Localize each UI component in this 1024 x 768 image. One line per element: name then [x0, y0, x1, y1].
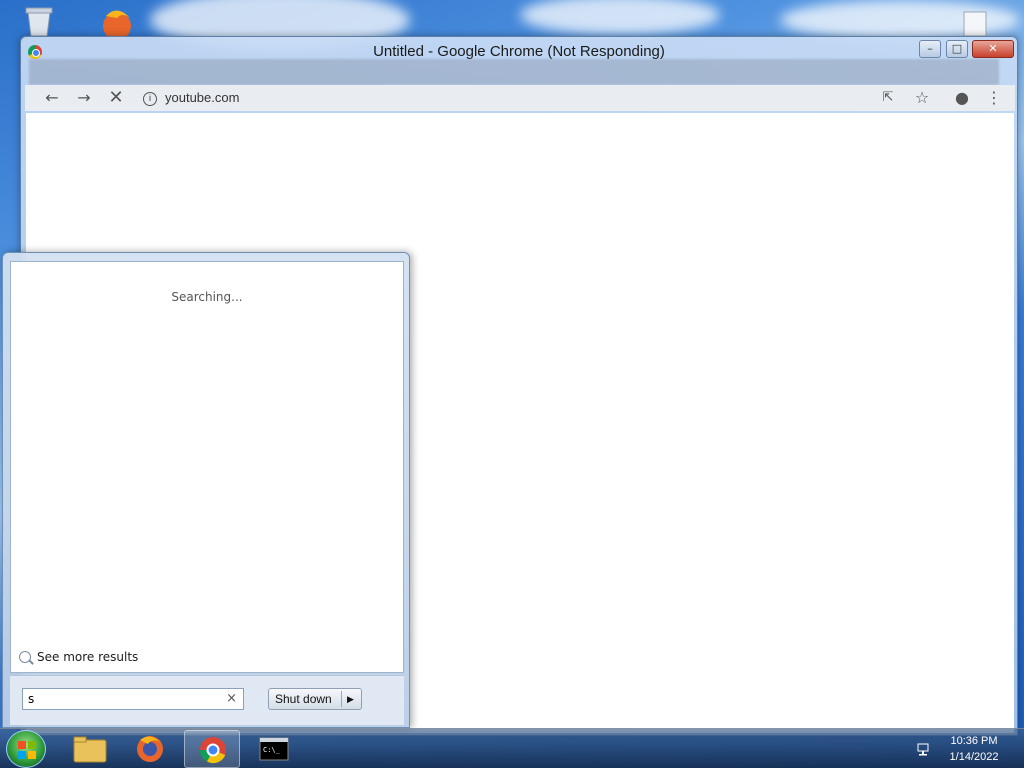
recycle-bin-icon[interactable] — [22, 6, 56, 37]
clock-date: 1/14/2022 — [949, 751, 999, 763]
clear-search-icon[interactable]: × — [226, 689, 237, 709]
tab-strip[interactable] — [29, 59, 999, 85]
searching-status: Searching... — [171, 290, 243, 304]
bookmark-star-icon[interactable]: ☆ — [911, 87, 933, 109]
firefox-desktop-icon[interactable] — [96, 6, 138, 40]
site-info-icon[interactable]: i — [143, 91, 157, 106]
browser-toolbar: ← → ✕ i youtube.com ⇱ ☆ ● ⋮ — [25, 85, 1015, 111]
start-search-input[interactable]: s × — [22, 688, 244, 710]
windows-logo-icon — [18, 741, 36, 759]
taskbar-firefox[interactable] — [122, 730, 178, 768]
taskbar: C:\_ 10:36 PM 1/14/2022 — [0, 728, 1024, 768]
back-icon[interactable]: ← — [41, 87, 63, 109]
see-more-results-label: See more results — [37, 650, 139, 664]
shutdown-options-arrow-icon[interactable]: ▶ — [347, 689, 354, 709]
start-button[interactable] — [6, 730, 46, 768]
minimize-button[interactable]: – — [919, 40, 941, 58]
search-results-pane: Searching... See more results — [10, 261, 404, 673]
desktop-wallpaper-cloud — [520, 0, 720, 35]
svg-text:C:\_: C:\_ — [263, 746, 281, 754]
system-clock[interactable]: 10:36 PM 1/14/2022 — [944, 733, 1004, 765]
folder-icon — [73, 736, 107, 763]
profile-icon[interactable]: ● — [951, 87, 973, 109]
clock-time: 10:36 PM — [950, 735, 998, 747]
taskbar-chrome[interactable] — [184, 730, 240, 768]
taskbar-cmd[interactable]: C:\_ — [246, 730, 302, 768]
command-prompt-icon: C:\_ — [259, 737, 289, 761]
search-icon — [19, 651, 31, 663]
address-bar[interactable]: i youtube.com — [143, 87, 443, 109]
forward-icon[interactable]: → — [73, 87, 95, 109]
start-menu-footer: s × Shut down ▶ — [10, 675, 404, 725]
shutdown-label: Shut down — [275, 692, 332, 706]
start-search-value: s — [28, 692, 35, 706]
taskbar-explorer[interactable] — [62, 730, 118, 768]
see-more-results-link[interactable]: See more results — [19, 650, 138, 664]
maximize-button[interactable]: □ — [946, 40, 968, 58]
close-button[interactable]: ✕ — [972, 40, 1014, 58]
stop-loading-icon[interactable]: ✕ — [105, 87, 127, 109]
firefox-icon — [137, 736, 163, 762]
shutdown-divider — [341, 691, 342, 707]
shutdown-button[interactable]: Shut down ▶ — [268, 688, 362, 710]
address-bar-url: youtube.com — [165, 90, 240, 105]
network-icon[interactable] — [916, 741, 930, 756]
menu-kebab-icon[interactable]: ⋮ — [983, 87, 1005, 109]
start-menu: Searching... See more results s × Shut d… — [2, 252, 410, 728]
desktop-file-icon[interactable] — [958, 10, 992, 37]
chrome-icon — [200, 737, 226, 764]
share-icon[interactable]: ⇱ — [877, 87, 899, 109]
